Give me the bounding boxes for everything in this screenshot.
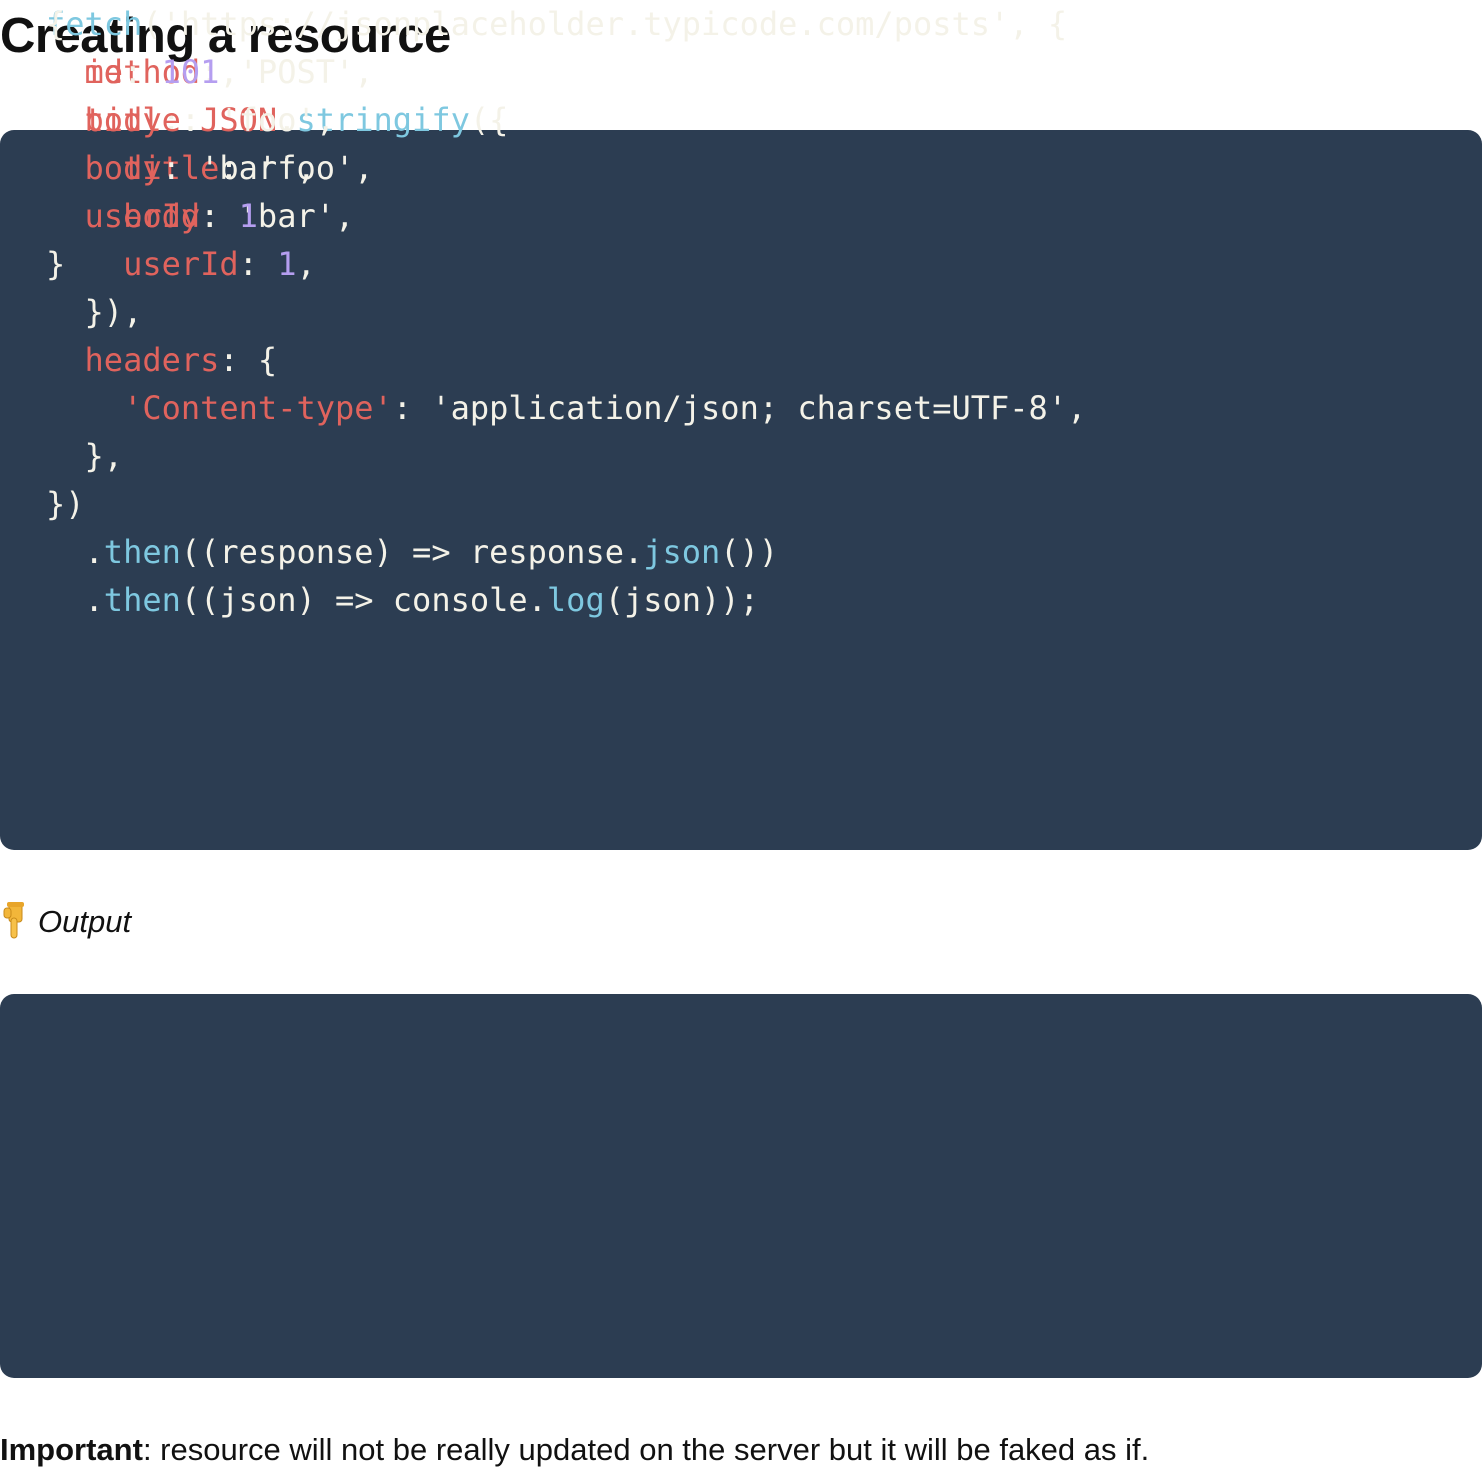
code-token: 1 [238,197,258,235]
code-line: body: 'bar', [46,144,335,192]
code-line: }) [46,480,1086,528]
code-line: id: 101, [46,48,335,96]
code-token: : [200,197,239,235]
code-token: userId [84,197,201,235]
code-token: 101 [161,53,220,91]
code-token: }, [46,437,124,475]
code-line: }), [46,288,1086,336]
code-token: : { [219,341,278,379]
code-line: } [46,240,335,288]
code-token: body [84,149,162,187]
code-token: ((response) => response. [180,533,644,571]
code-token: { [46,5,66,43]
code-token: } [46,245,66,283]
code-token: 'Content-type' [123,389,393,427]
code-token: : [123,53,162,91]
code-line: title: 'foo', [46,96,335,144]
code-token: . [46,581,104,619]
code-token: , [219,53,239,91]
response-code: { id: 101, title: 'foo', body: 'bar', us… [46,0,335,288]
code-token: ({ [469,101,509,139]
output-label-text: Output [38,904,132,939]
important-note-text: : resource will not be really updated on… [142,1432,1150,1467]
code-token: : 'application/json; charset=UTF-8', [392,389,1087,427]
output-label: Output [0,898,131,946]
response-code-block [0,994,1482,1378]
code-token: then [103,581,181,619]
code-token: : 'bar', [161,149,316,187]
code-line: }, [46,432,1086,480]
code-line: .then((response) => response.json()) [46,528,1086,576]
code-token: }) [46,485,85,523]
code-token: then [103,533,181,571]
code-token: . [46,533,104,571]
code-line: headers: { [46,336,1086,384]
code-token: (json)); [604,581,759,619]
code-token: }), [46,293,143,331]
code-token: json [643,533,721,571]
code-line: userId: 1 [46,192,335,240]
code-line: { [46,0,335,48]
code-line: .then((json) => console.log(json)); [46,576,1086,624]
code-token: id [84,53,124,91]
code-token: ((json) => console. [180,581,547,619]
code-token: headers [84,341,220,379]
code-token: ()) [720,533,779,571]
code-token: : 'foo', [180,101,335,139]
important-note-label: Important [0,1432,143,1467]
code-token: title [84,101,181,139]
pointing-down-hand-icon [3,902,24,939]
code-token: log [546,581,605,619]
important-note: Important: resource will not be really u… [0,1428,1149,1472]
code-line: 'Content-type': 'application/json; chars… [46,384,1086,432]
